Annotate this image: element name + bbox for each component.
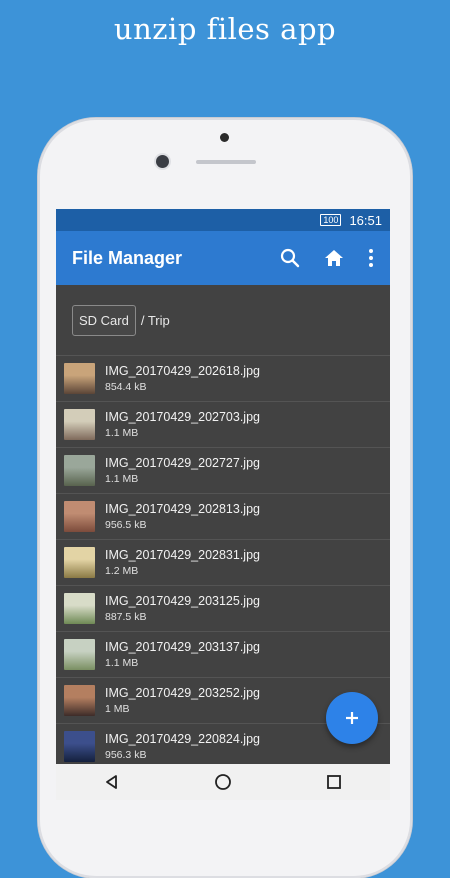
status-time: 16:51: [349, 212, 382, 228]
file-name: IMG_20170429_203125.jpg: [105, 594, 260, 608]
app-title: File Manager: [72, 247, 183, 268]
file-name: IMG_20170429_203252.jpg: [105, 686, 260, 700]
file-thumbnail: [64, 501, 95, 532]
file-meta: IMG_20170429_203125.jpg 887.5 kB: [105, 594, 260, 623]
file-meta: IMG_20170429_202618.jpg 854.4 kB: [105, 364, 260, 393]
recents-button[interactable]: [314, 764, 354, 800]
status-bar: 100 16:51: [56, 209, 390, 231]
add-icon: [346, 712, 358, 724]
file-thumbnail: [64, 363, 95, 394]
file-row[interactable]: IMG_20170429_202831.jpg 1.2 MB: [56, 540, 390, 586]
file-meta: IMG_20170429_202727.jpg 1.1 MB: [105, 456, 260, 485]
file-thumbnail: [64, 455, 95, 486]
app-bar: File Manager: [56, 231, 390, 285]
file-meta: IMG_20170429_203252.jpg 1 MB: [105, 686, 260, 715]
app-bar-actions: [268, 236, 386, 280]
file-thumbnail: [64, 639, 95, 670]
front-camera: [156, 155, 169, 168]
file-row[interactable]: IMG_20170429_202703.jpg 1.1 MB: [56, 402, 390, 448]
home-nav-icon: [215, 774, 231, 790]
file-name: IMG_20170429_203137.jpg: [105, 640, 260, 654]
file-name: IMG_20170429_202813.jpg: [105, 502, 260, 516]
file-row[interactable]: IMG_20170429_202813.jpg 956.5 kB: [56, 494, 390, 540]
file-name: IMG_20170429_202703.jpg: [105, 410, 260, 424]
earpiece: [196, 160, 256, 164]
file-size: 1 MB: [105, 703, 130, 715]
file-row[interactable]: IMG_20170429_202727.jpg 1.1 MB: [56, 448, 390, 494]
back-icon: [105, 775, 117, 789]
system-nav-bar: [56, 764, 390, 800]
home-button[interactable]: [312, 236, 356, 280]
file-size: 1.1 MB: [105, 427, 139, 439]
back-button[interactable]: [92, 764, 132, 800]
file-size: 956.3 kB: [105, 749, 147, 761]
file-size: 1.1 MB: [105, 657, 139, 669]
file-size: 956.5 kB: [105, 519, 147, 531]
breadcrumb-path[interactable]: / Trip: [141, 313, 170, 328]
file-row[interactable]: IMG_20170429_203137.jpg 1.1 MB: [56, 632, 390, 678]
file-row[interactable]: IMG_20170429_202618.jpg 854.4 kB: [56, 356, 390, 402]
sensor-dot: [220, 133, 229, 142]
file-thumbnail: [64, 547, 95, 578]
file-meta: IMG_20170429_202831.jpg 1.2 MB: [105, 548, 260, 577]
overflow-menu-button[interactable]: [356, 236, 386, 280]
search-button[interactable]: [268, 236, 312, 280]
breadcrumb-root-sd-card[interactable]: SD Card: [72, 304, 136, 336]
file-meta: IMG_20170429_203137.jpg 1.1 MB: [105, 640, 260, 669]
more-vert-icon: [369, 249, 373, 267]
add-fab-button[interactable]: [326, 692, 378, 744]
file-thumbnail: [64, 685, 95, 716]
file-thumbnail: [64, 593, 95, 624]
promo-headline: unzip files app: [113, 12, 337, 46]
file-name: IMG_20170429_202618.jpg: [105, 364, 260, 378]
file-thumbnail: [64, 409, 95, 440]
recents-icon: [327, 775, 342, 789]
file-meta: IMG_20170429_202813.jpg 956.5 kB: [105, 502, 260, 531]
file-name: IMG_20170429_220824.jpg: [105, 732, 260, 746]
file-thumbnail: [64, 731, 95, 762]
breadcrumb: SD Card / Trip: [56, 285, 390, 356]
file-size: 1.1 MB: [105, 473, 139, 485]
file-row[interactable]: IMG_20170429_203125.jpg 887.5 kB: [56, 586, 390, 632]
file-size: 854.4 kB: [105, 381, 147, 393]
file-meta: IMG_20170429_202703.jpg 1.1 MB: [105, 410, 260, 439]
home-icon: [325, 250, 343, 266]
home-nav-button[interactable]: [203, 764, 243, 800]
battery-indicator: 100: [320, 214, 342, 226]
file-name: IMG_20170429_202831.jpg: [105, 548, 260, 562]
file-name: IMG_20170429_202727.jpg: [105, 456, 260, 470]
file-size: 887.5 kB: [105, 611, 147, 623]
file-meta: IMG_20170429_220824.jpg 956.3 kB: [105, 732, 260, 761]
file-size: 1.2 MB: [105, 565, 139, 577]
search-icon: [280, 248, 300, 268]
